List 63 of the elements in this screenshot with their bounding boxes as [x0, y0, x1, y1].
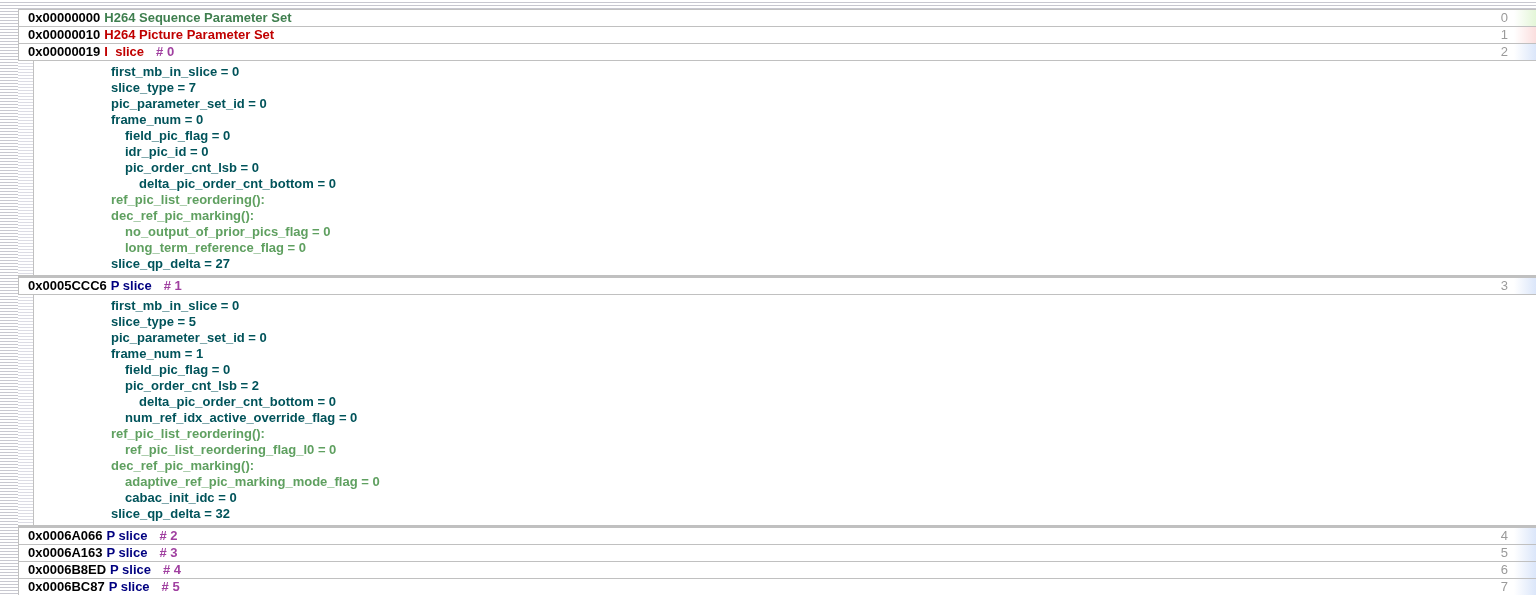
row-index: 6	[1500, 562, 1509, 578]
offset-text: 0x00000000	[27, 10, 101, 26]
row-index: 0	[1500, 10, 1509, 26]
field-line: pic_order_cnt_lsb = 0	[125, 160, 261, 176]
row-index: 7	[1500, 579, 1509, 595]
offset-text: 0x0006B8ED	[27, 562, 107, 578]
field-line: adaptive_ref_pic_marking_mode_flag = 0	[125, 474, 381, 490]
nal-type-label: P slice	[108, 579, 150, 595]
nal-unit-row[interactable]: 0x0006A163 P slice # 3 5	[18, 544, 1536, 561]
row-index: 1	[1500, 27, 1509, 43]
nal-unit-row[interactable]: 0x0006BC87 P slice # 5 7	[18, 578, 1536, 595]
field-line: dec_ref_pic_marking():	[111, 208, 256, 224]
row-index: 4	[1500, 528, 1509, 544]
field-line: field_pic_flag = 0	[125, 128, 232, 144]
slice-number: # 2	[159, 528, 178, 544]
field-line: ref_pic_list_reordering():	[111, 192, 266, 208]
field-line: ref_pic_list_reordering_flag_l0 = 0	[125, 442, 338, 458]
nal-type-label: P slice	[106, 545, 148, 561]
nal-unit-row[interactable]: 0x0006A066 P slice # 2 4	[18, 527, 1536, 544]
nal-type-label: H264 Sequence Parameter Set	[104, 10, 292, 26]
field-line: slice_qp_delta = 32	[111, 506, 231, 522]
field-line: num_ref_idx_active_override_flag = 0	[125, 410, 359, 426]
row-index: 5	[1500, 545, 1509, 561]
field-line: pic_order_cnt_lsb = 2	[125, 378, 261, 394]
field-line: ref_pic_list_reordering():	[111, 426, 266, 442]
nal-unit-row[interactable]: 0x00000000 H264 Sequence Parameter Set 0	[18, 9, 1536, 26]
nal-type-label: H264 Picture Parameter Set	[104, 27, 275, 43]
nal-type-label: I slice	[104, 44, 145, 60]
nal-unit-row[interactable]: 0x00000010 H264 Picture Parameter Set 1	[18, 26, 1536, 43]
slice-number: # 5	[161, 579, 180, 595]
field-line: first_mb_in_slice = 0	[111, 64, 241, 80]
row-index: 2	[1500, 44, 1509, 60]
field-line: frame_num = 1	[111, 346, 205, 362]
slice-number: # 3	[159, 545, 178, 561]
field-line: delta_pic_order_cnt_bottom = 0	[139, 176, 337, 192]
offset-text: 0x0005CCC6	[27, 278, 107, 294]
nal-type-label: P slice	[106, 528, 148, 544]
field-line: slice_qp_delta = 27	[111, 256, 231, 272]
nal-type-label: P slice	[110, 278, 152, 294]
offset-text: 0x00000010	[27, 27, 101, 43]
slice-number: # 4	[163, 562, 182, 578]
field-line: frame_num = 0	[111, 112, 205, 128]
offset-text: 0x0006A163	[27, 545, 103, 561]
field-line: idr_pic_id = 0	[125, 144, 210, 160]
offset-text: 0x00000019	[27, 44, 101, 60]
field-line: delta_pic_order_cnt_bottom = 0	[139, 394, 337, 410]
slice-number: # 1	[163, 278, 182, 294]
field-line: cabac_init_idc = 0	[125, 490, 238, 506]
row-index: 3	[1500, 278, 1509, 294]
nal-type-label: P slice	[110, 562, 152, 578]
nal-unit-row[interactable]: 0x0006B8ED P slice # 4 6	[18, 561, 1536, 578]
field-line: pic_parameter_set_id = 0	[111, 330, 268, 346]
field-line: dec_ref_pic_marking():	[111, 458, 256, 474]
offset-text: 0x0006A066	[27, 528, 103, 544]
field-line: no_output_of_prior_pics_flag = 0	[125, 224, 332, 240]
field-line: first_mb_in_slice = 0	[111, 298, 241, 314]
field-line: slice_type = 5	[111, 314, 197, 330]
field-line: pic_parameter_set_id = 0	[111, 96, 268, 112]
field-line: field_pic_flag = 0	[125, 362, 232, 378]
slice-number: # 0	[156, 44, 175, 60]
offset-text: 0x0006BC87	[27, 579, 105, 595]
field-line: slice_type = 7	[111, 80, 197, 96]
field-line: long_term_reference_flag = 0	[125, 240, 307, 256]
